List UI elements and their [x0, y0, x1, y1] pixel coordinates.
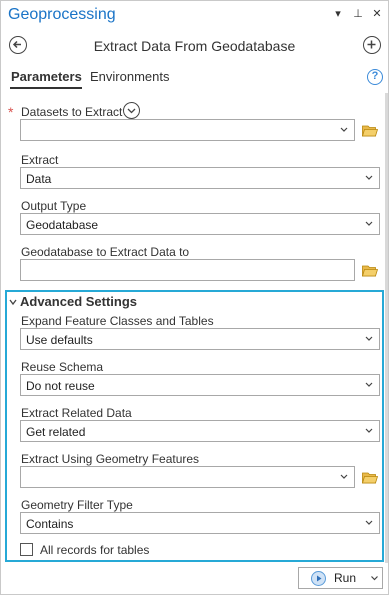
collapse-triangle-icon[interactable]	[9, 298, 17, 306]
expand-datasets-button[interactable]	[123, 102, 140, 119]
output-type-select[interactable]: Geodatabase	[20, 213, 380, 235]
chevron-down-icon	[365, 382, 373, 387]
chevron-down-icon[interactable]	[370, 573, 379, 583]
chevron-down-icon	[365, 520, 373, 525]
chevron-down-icon	[365, 175, 373, 180]
pane-title: Geoprocessing	[8, 6, 116, 23]
filter-type-label: Geometry Filter Type	[21, 498, 133, 512]
all-records-label[interactable]: All records for tables	[40, 543, 149, 557]
run-label: Run	[334, 571, 357, 585]
options-dropdown-icon[interactable]: ▾	[331, 7, 345, 21]
chevron-down-icon[interactable]	[339, 124, 349, 136]
geometry-features-input[interactable]	[20, 466, 355, 488]
tab-environments[interactable]: Environments	[90, 69, 169, 84]
folder-icon[interactable]	[362, 124, 378, 137]
plus-icon	[367, 40, 376, 49]
reuse-schema-select[interactable]: Do not reuse	[20, 374, 380, 396]
help-icon[interactable]: ?	[367, 69, 383, 85]
extract-select[interactable]: Data	[20, 167, 380, 189]
folder-icon[interactable]	[362, 264, 378, 277]
tab-bar: Parameters Environments ?	[1, 67, 388, 91]
chevron-down-icon	[365, 221, 373, 226]
tool-header: Extract Data From Geodatabase	[1, 31, 388, 59]
tool-title: Extract Data From Geodatabase	[93, 38, 296, 54]
advanced-settings-header[interactable]: Advanced Settings	[20, 294, 137, 309]
expand-select[interactable]: Use defaults	[20, 328, 380, 350]
close-icon[interactable]: ✕	[370, 7, 384, 21]
active-tab-indicator	[10, 87, 82, 89]
folder-icon[interactable]	[362, 471, 378, 484]
scrollbar[interactable]	[385, 93, 388, 563]
geoprocessing-pane: Geoprocessing ▾ ⊥ ✕ Extract Data From Ge…	[0, 0, 389, 595]
reuse-schema-label: Reuse Schema	[21, 360, 104, 374]
chevron-down-icon[interactable]	[339, 471, 349, 483]
output-type-label: Output Type	[21, 199, 87, 213]
chevron-down-icon	[365, 336, 373, 341]
required-marker: *	[8, 104, 14, 120]
related-data-label: Extract Related Data	[21, 406, 132, 420]
datasets-label: Datasets to Extract	[21, 105, 123, 119]
datasets-input[interactable]	[20, 119, 355, 141]
run-icon	[311, 571, 326, 586]
chevron-down-icon	[127, 108, 136, 114]
chevron-down-icon	[365, 428, 373, 433]
run-button[interactable]: Run	[298, 567, 383, 589]
filter-type-select[interactable]: Contains	[20, 512, 380, 534]
tab-parameters[interactable]: Parameters	[11, 69, 82, 84]
expand-label: Expand Feature Classes and Tables	[21, 314, 214, 328]
target-gdb-input[interactable]	[20, 259, 355, 281]
pin-icon[interactable]: ⊥	[351, 7, 365, 21]
all-records-checkbox[interactable]	[20, 543, 33, 556]
target-gdb-label: Geodatabase to Extract Data to	[21, 245, 190, 259]
title-bar: Geoprocessing ▾ ⊥ ✕	[1, 1, 388, 29]
geometry-features-label: Extract Using Geometry Features	[21, 452, 200, 466]
related-data-select[interactable]: Get related	[20, 420, 380, 442]
add-button[interactable]	[363, 36, 381, 54]
extract-label: Extract	[21, 153, 59, 167]
